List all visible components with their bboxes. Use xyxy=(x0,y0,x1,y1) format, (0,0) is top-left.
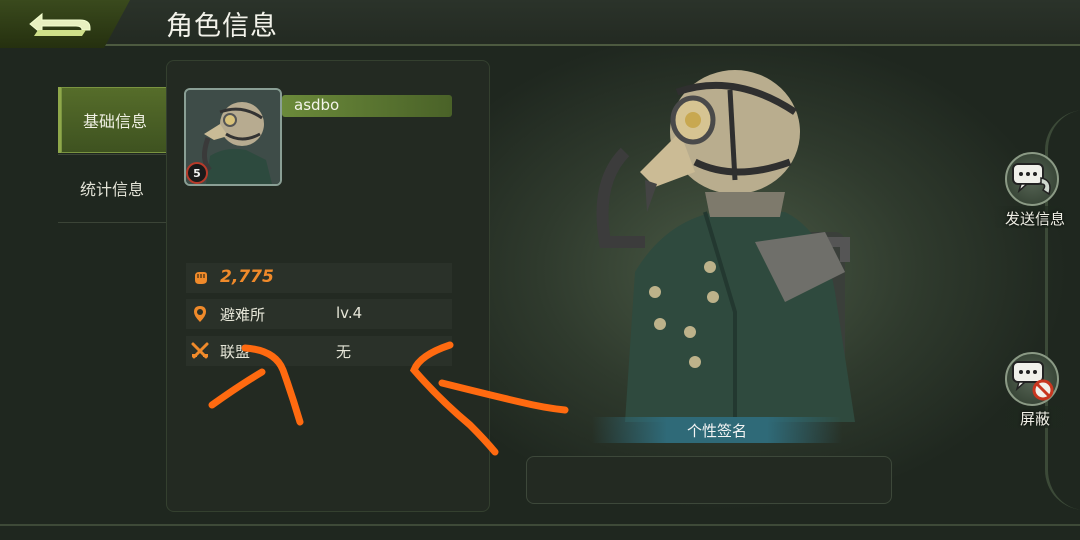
back-button[interactable] xyxy=(0,0,130,48)
power-row: 2,775 xyxy=(186,263,452,293)
level-badge: 5 xyxy=(186,162,208,184)
bottom-divider xyxy=(0,524,1080,526)
location-pin-icon xyxy=(194,306,206,322)
alliance-row: 联盟 无 xyxy=(186,336,452,366)
game-screen: 角色信息 基础信息 统计信息 5 asdbo 2,775 避难所 lv.4 联盟… xyxy=(0,0,1080,540)
chat-phone-icon xyxy=(1005,152,1059,206)
alliance-value: 无 xyxy=(336,343,352,361)
fist-power-icon xyxy=(195,272,207,284)
signature-field[interactable] xyxy=(526,456,892,504)
page-title: 角色信息 xyxy=(166,11,278,42)
shelter-row: 避难所 lv.4 xyxy=(186,299,452,329)
player-name: asdbo xyxy=(294,96,340,114)
tab-basic-info[interactable]: 基础信息 xyxy=(58,87,169,153)
shelter-label: 避难所 xyxy=(220,306,266,324)
send-message-label: 发送信息 xyxy=(1004,210,1065,228)
block-label: 屏蔽 xyxy=(1019,410,1050,428)
character-portrait xyxy=(596,70,855,422)
chat-block-icon xyxy=(1005,352,1059,406)
tab-divider xyxy=(58,222,166,223)
shelter-value: lv.4 xyxy=(336,304,363,322)
alliance-label: 联盟 xyxy=(220,343,251,361)
block-button[interactable]: 屏蔽 xyxy=(993,352,1077,428)
crossed-swords-icon xyxy=(191,342,209,359)
back-arrow-icon xyxy=(29,12,91,36)
header-bar: 角色信息 xyxy=(0,0,1080,48)
send-message-button[interactable]: 发送信息 xyxy=(993,152,1077,228)
signature-label: 个性签名 xyxy=(686,422,747,440)
tab-statistics[interactable]: 统计信息 xyxy=(58,155,166,221)
power-value: 2,775 xyxy=(220,267,274,287)
